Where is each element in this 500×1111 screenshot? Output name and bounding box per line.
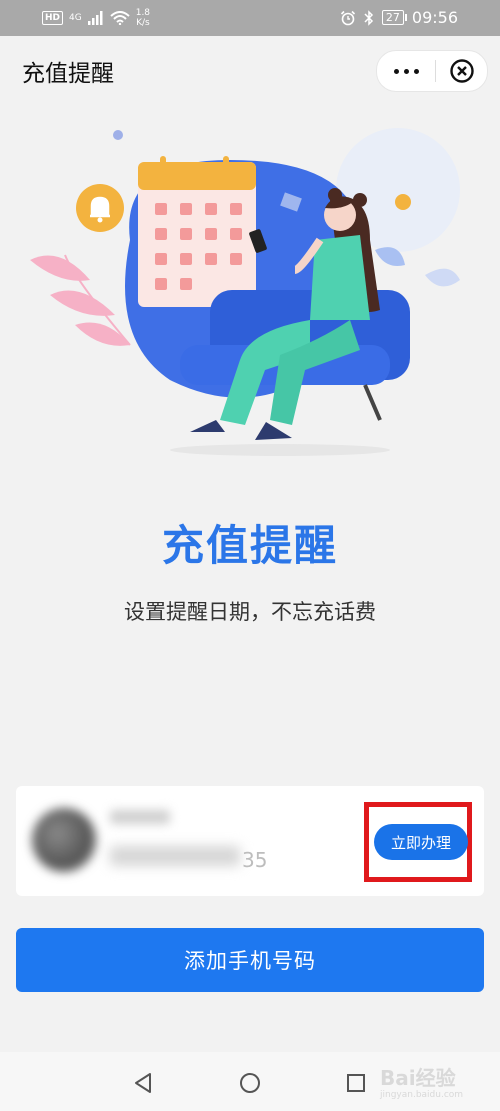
alarm-icon — [340, 10, 355, 25]
network-speed: 1.8 K/s — [135, 8, 151, 28]
hero-title: 充值提醒 — [161, 521, 338, 570]
bell-icon — [76, 184, 124, 232]
bluetooth-icon — [364, 9, 373, 26]
leaf-decoration — [30, 254, 131, 346]
home-icon[interactable] — [239, 1072, 261, 1094]
hd-badge: HD — [42, 11, 64, 25]
more-icon-dot — [413, 68, 419, 74]
back-icon[interactable] — [133, 1072, 153, 1094]
page-title: 充值提醒 — [22, 61, 114, 87]
phone-number-card: 35 立即办理 — [16, 786, 484, 896]
more-button[interactable] — [377, 51, 435, 91]
clock: 09:56 — [411, 8, 458, 27]
hero-subtitle: 设置提醒日期，不忘充话费 — [124, 600, 376, 624]
recent-apps-icon[interactable] — [346, 1073, 366, 1093]
blurred-phone-number — [110, 846, 240, 866]
hero-illustration — [30, 128, 460, 456]
calendar-illustration — [138, 156, 256, 307]
signal-icon — [87, 11, 103, 25]
add-phone-number-button[interactable]: 添加手机号码 — [16, 928, 484, 992]
handle-now-button[interactable]: 立即办理 — [374, 824, 468, 860]
more-icon — [393, 68, 399, 74]
blurred-name — [110, 810, 170, 824]
miniprogram-capsule — [376, 50, 488, 92]
phone-number-tail: 35 — [242, 848, 268, 872]
more-icon-dot — [403, 68, 409, 74]
close-icon — [449, 59, 474, 83]
battery-indicator: 27 — [381, 10, 407, 25]
app-header: 充值提醒 — [0, 36, 500, 106]
status-bar: HD 4G 1.8 K/s 27 09:56 — [0, 0, 500, 36]
network-type: 4G — [69, 12, 82, 23]
avatar — [32, 808, 96, 872]
status-right: 27 09:56 — [340, 8, 458, 27]
wifi-icon — [110, 11, 130, 25]
close-button[interactable] — [436, 51, 487, 91]
watermark-url: jingyan.baidu.com — [380, 1090, 464, 1100]
status-left: HD 4G 1.8 K/s — [42, 8, 150, 28]
watermark-brand: Bai经验 — [380, 1066, 456, 1090]
